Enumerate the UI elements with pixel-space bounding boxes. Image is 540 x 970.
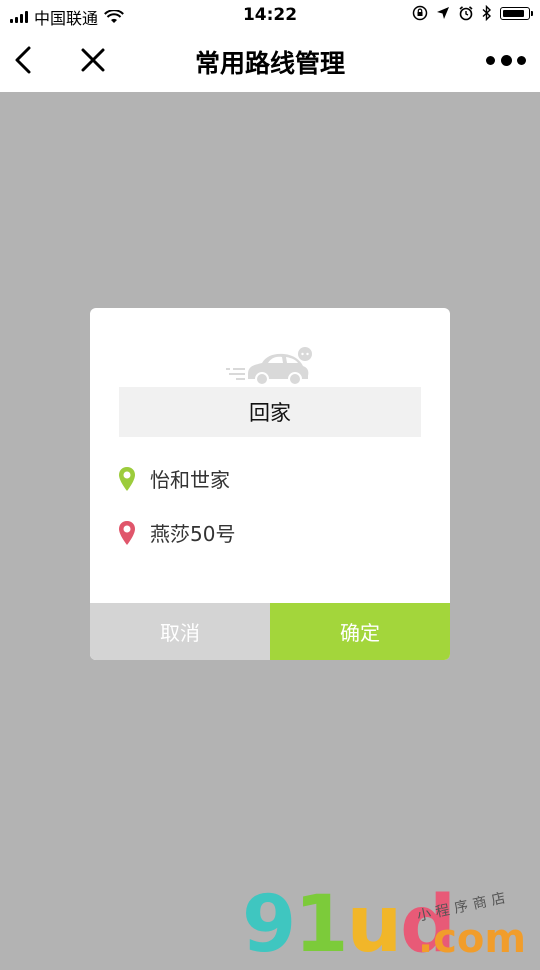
more-dot-icon bbox=[486, 55, 495, 65]
location-arrow-icon bbox=[437, 7, 449, 19]
more-dot-icon bbox=[500, 54, 512, 66]
status-bar: 中国联通 14:22 bbox=[0, 0, 540, 30]
watermark-logo: 91ud 小程序商店 .com bbox=[240, 880, 540, 970]
rotation-lock-icon bbox=[412, 5, 428, 21]
navigation-bar: 常用路线管理 bbox=[0, 30, 540, 92]
cancel-button[interactable]: 取消 bbox=[90, 603, 270, 660]
start-pin-icon bbox=[119, 466, 135, 491]
end-location-label: 燕莎50号 bbox=[150, 522, 236, 546]
dialog-actions: 取消 确定 bbox=[90, 603, 450, 660]
start-location: 怡和世家 bbox=[118, 464, 230, 493]
end-pin-icon bbox=[119, 520, 135, 545]
status-right bbox=[412, 5, 533, 21]
start-location-label: 怡和世家 bbox=[150, 468, 230, 492]
more-options-button[interactable] bbox=[486, 52, 526, 68]
bluetooth-icon bbox=[482, 5, 492, 21]
page-title: 常用路线管理 bbox=[194, 49, 345, 78]
confirm-button[interactable]: 确定 bbox=[270, 603, 450, 660]
route-name-field[interactable]: 回家 bbox=[119, 387, 421, 437]
alarm-icon bbox=[459, 6, 473, 21]
battery-icon bbox=[500, 6, 533, 20]
end-location: 燕莎50号 bbox=[118, 518, 235, 547]
watermark-domain: .com bbox=[418, 916, 527, 962]
route-dialog: 回家 怡和世家 燕莎50号 取消 确定 bbox=[90, 308, 450, 660]
car-icon bbox=[226, 347, 312, 386]
more-dot-icon bbox=[517, 55, 526, 65]
